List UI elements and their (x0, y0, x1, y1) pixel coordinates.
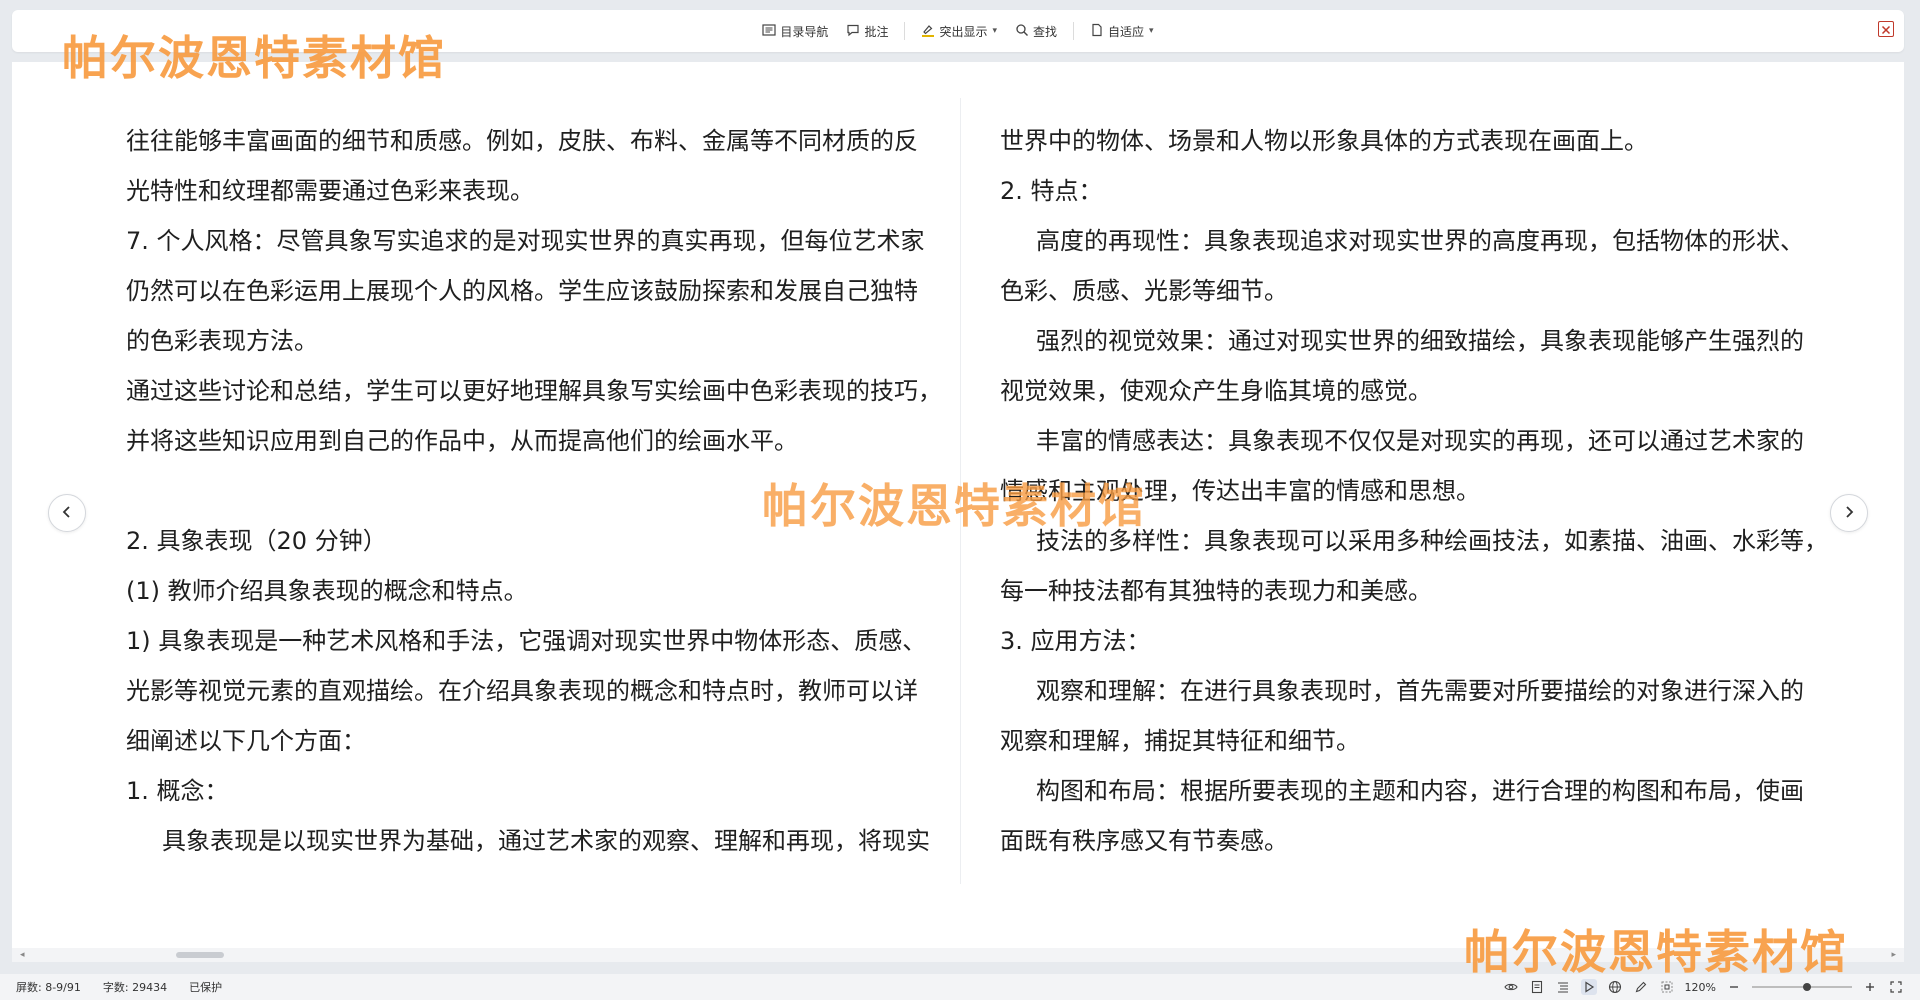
text-line: 7. 个人风格：尽管具象写实追求的是对现实世界的真实再现，但每位艺术家 (126, 227, 925, 255)
text-line: 的色彩表现方法。 (126, 327, 318, 355)
pen-icon[interactable] (1633, 979, 1649, 995)
scroll-right-icon[interactable]: ▸ (1891, 950, 1896, 960)
text-line: 面既有秩序感又有节奏感。 (1000, 827, 1288, 855)
text-line: 丰富的情感表达：具象表现不仅仅是对现实的再现，还可以通过艺术家的 (1036, 427, 1804, 455)
search-icon (1015, 23, 1029, 40)
toolbar-separator (904, 22, 906, 40)
zoom-out-icon[interactable] (1726, 979, 1742, 995)
comment-label: 批注 (864, 24, 889, 39)
screen-count: 屏数: 8-9/91 (16, 981, 81, 994)
text-line: 强烈的视觉效果：通过对现实世界的细致描绘，具象表现能够产生强烈的 (1036, 327, 1804, 355)
text-line: 1) 具象表现是一种艺术风格和手法，它强调对现实世界中物体形态、质感、 (126, 627, 927, 655)
text-line: (1) 教师介绍具象表现的概念和特点。 (126, 577, 528, 605)
text-line: 2. 特点： (1000, 177, 1103, 205)
watermark-logo: 帕尔波恩特素材馆 (1464, 925, 1848, 979)
text-line: 光特性和纹理都需要通过色彩来表现。 (126, 177, 534, 205)
highlight-label: 突出显示 (939, 24, 988, 39)
fit-mode-label: 自适应 (1108, 24, 1145, 39)
scroll-left-icon[interactable]: ◂ (20, 950, 25, 960)
fullscreen-icon[interactable] (1888, 979, 1904, 995)
play-icon[interactable] (1580, 979, 1597, 995)
chevron-down-icon: ▾ (992, 26, 997, 36)
find-button[interactable]: 查找 (1008, 19, 1064, 44)
protection-status: 已保护 (189, 981, 223, 994)
close-button[interactable] (1878, 21, 1894, 37)
fit-page-icon[interactable] (1659, 979, 1675, 995)
text-line: 每一种技法都有其独特的表现力和美感。 (1000, 577, 1432, 605)
zoom-slider-track (1752, 986, 1852, 988)
watermark-logo: 帕尔波恩特素材馆 (62, 31, 446, 85)
eye-icon[interactable] (1503, 979, 1519, 995)
text-line: 视觉效果，使观众产生身临其境的感觉。 (1000, 377, 1432, 405)
toolbar-separator (1073, 22, 1075, 40)
text-line: 3. 应用方法： (1000, 627, 1151, 655)
word-count[interactable]: 字数: 29434 (103, 979, 167, 995)
page-view-icon[interactable] (1529, 979, 1545, 995)
outline-view-icon[interactable] (1555, 979, 1571, 995)
text-line: 1. 概念： (126, 777, 229, 805)
globe-icon[interactable] (1607, 979, 1623, 995)
zoom-in-icon[interactable] (1862, 979, 1878, 995)
text-line: 并将这些知识应用到自己的作品中，从而提高他们的绘画水平。 (126, 427, 798, 455)
text-line: 光影等视觉元素的直观描绘。在介绍具象表现的概念和特点时，教师可以详 (126, 677, 918, 705)
highlighter-icon (921, 23, 935, 40)
text-line: 仍然可以在色彩运用上展现个人的风格。学生应该鼓励探索和发展自己独特 (126, 277, 918, 305)
toc-nav-label: 目录导航 (780, 24, 829, 39)
watermark-logo: 帕尔波恩特素材馆 (762, 479, 1146, 533)
zoom-level[interactable]: 120% (1685, 981, 1716, 994)
text-line: 往往能够丰富画面的细节和质感。例如，皮肤、布料、金属等不同材质的反 (126, 127, 918, 155)
chevron-down-icon: ▾ (1149, 26, 1154, 36)
text-line: 观察和理解：在进行具象表现时，首先需要对所要描绘的对象进行深入的 (1036, 677, 1804, 705)
text-line: 观察和理解，捕捉其特征和细节。 (1000, 727, 1360, 755)
text-line: 构图和布局：根据所要表现的主题和内容，进行合理的构图和布局，使画 (1036, 777, 1804, 805)
text-line: 具象表现是以现实世界为基础，通过艺术家的观察、理解和再现，将现实 (162, 827, 930, 855)
find-label: 查找 (1033, 24, 1058, 39)
chevron-right-icon (1842, 504, 1856, 523)
page-fit-icon (1090, 23, 1104, 40)
status-bar: 屏数: 8-9/91 字数: 29434 已保护 120% (0, 974, 1920, 1000)
chevron-left-icon (60, 504, 74, 523)
scrollbar-thumb[interactable] (176, 952, 224, 958)
toc-nav-button[interactable]: 目录导航 (755, 19, 835, 44)
highlight-button[interactable]: 突出显示 ▾ (914, 19, 1004, 44)
zoom-slider[interactable] (1752, 980, 1852, 994)
text-line: 高度的再现性：具象表现追求对现实世界的高度再现，包括物体的形状、 (1036, 227, 1804, 255)
text-line: 通过这些讨论和总结，学生可以更好地理解具象写实绘画中色彩表现的技巧， (126, 377, 942, 405)
zoom-slider-knob[interactable] (1803, 983, 1811, 991)
comment-icon (846, 23, 860, 40)
text-line: 色彩、质感、光影等细节。 (1000, 277, 1288, 305)
fit-mode-dropdown[interactable]: 自适应 ▾ (1083, 19, 1161, 44)
text-line: 细阐述以下几个方面： (126, 727, 366, 755)
previous-page-button[interactable] (48, 494, 86, 532)
next-page-button[interactable] (1830, 494, 1868, 532)
text-line: 世界中的物体、场景和人物以形象具体的方式表现在画面上。 (1000, 127, 1648, 155)
close-icon (1881, 20, 1891, 39)
toc-icon (762, 23, 777, 40)
comment-button[interactable]: 批注 (839, 19, 895, 44)
